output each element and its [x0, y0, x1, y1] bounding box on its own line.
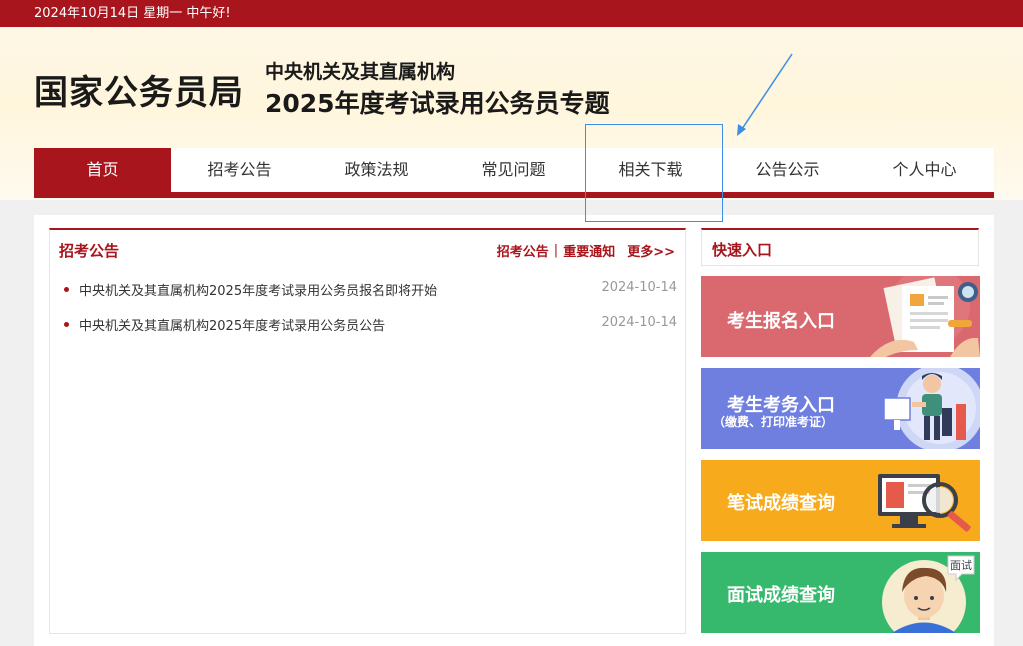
nav-recruitment-notices[interactable]: 招考公告	[171, 148, 308, 192]
list-item[interactable]: 中央机关及其直属机构2025年度考试录用公务员报名即将开始 2024-10-14	[62, 280, 677, 300]
site-title: 国家公务员局	[34, 73, 244, 113]
list-item[interactable]: 中央机关及其直属机构2025年度考试录用公务员公告 2024-10-14	[62, 315, 677, 335]
nav-announcements[interactable]: 公告公示	[719, 148, 856, 192]
news-panel-title: 招考公告	[59, 242, 120, 260]
news-item-date: 2024-10-14	[601, 315, 677, 330]
news-item-date: 2024-10-14	[601, 280, 677, 295]
news-panel-links: 招考公告 | 重要通知 更多>>	[497, 241, 675, 260]
nav-underline	[34, 192, 994, 198]
interview-person-icon: 面试	[882, 555, 975, 633]
interview-score-query-label: 面试成绩查询	[727, 585, 835, 606]
score-search-monitor-icon	[878, 474, 971, 532]
exam-affairs-entry-sublabel: （缴费、打印准考证）	[713, 415, 834, 429]
more-link[interactable]: 更多>>	[627, 241, 675, 260]
link-recruitment-notices[interactable]: 招考公告	[497, 241, 549, 260]
bullet-icon	[64, 287, 69, 292]
registration-entry-label: 考生报名入口	[727, 311, 835, 332]
top-date-bar: 2024年10月14日 星期一 中午好!	[0, 0, 1023, 27]
exam-affairs-entry-button[interactable]: 考生考务入口 （缴费、打印准考证）	[701, 368, 980, 449]
interview-badge-text: 面试	[950, 559, 972, 572]
nav-policies[interactable]: 政策法规	[308, 148, 445, 192]
written-score-query-label: 笔试成绩查询	[727, 493, 835, 514]
registration-form-icon	[870, 276, 980, 357]
quick-entry-title: 快速入口	[712, 241, 773, 259]
bullet-icon	[64, 322, 69, 327]
written-score-query-button[interactable]: 笔试成绩查询	[701, 460, 980, 541]
interview-score-query-button[interactable]: 面试 面试成绩查询	[701, 552, 980, 633]
registration-entry-button[interactable]: 考生报名入口	[701, 276, 980, 357]
news-panel: 招考公告 招考公告 | 重要通知 更多>> 中央机关及其直属机构2025年度考试…	[49, 228, 686, 634]
header-subtitle-line2: 2025年度考试录用公务员专题	[265, 89, 610, 118]
date-greeting: 2024年10月14日 星期一 中午好!	[34, 6, 231, 21]
main-nav: 首页 招考公告 政策法规 常见问题 相关下载 公告公示 个人中心	[34, 148, 994, 192]
nav-personal-center[interactable]: 个人中心	[856, 148, 993, 192]
annotation-highlight-box	[585, 124, 723, 222]
news-item-title[interactable]: 中央机关及其直属机构2025年度考试录用公务员报名即将开始	[79, 280, 437, 299]
header-subtitle-line1: 中央机关及其直属机构	[265, 61, 456, 83]
link-separator: |	[553, 243, 559, 258]
nav-home[interactable]: 首页	[34, 148, 171, 192]
news-item-title[interactable]: 中央机关及其直属机构2025年度考试录用公务员公告	[79, 315, 385, 334]
exam-affairs-person-icon	[883, 368, 980, 449]
nav-faq[interactable]: 常见问题	[445, 148, 582, 192]
link-important-notices[interactable]: 重要通知	[563, 241, 615, 260]
quick-entry-panel: 快速入口	[701, 228, 979, 266]
